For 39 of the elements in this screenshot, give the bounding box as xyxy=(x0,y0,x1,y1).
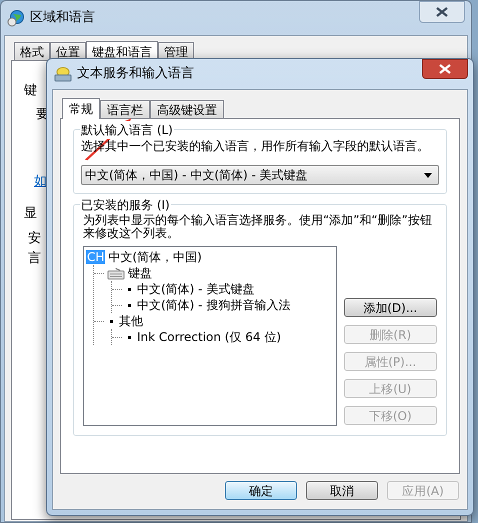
tab[interactable]: 格式 xyxy=(14,42,50,60)
label-text: 言 xyxy=(28,250,41,268)
language-badge: CH xyxy=(86,250,106,264)
bullet-icon xyxy=(128,304,131,306)
label-text: 安 xyxy=(28,230,41,248)
keyboard-icon xyxy=(107,266,125,280)
tree-item[interactable]: 键盘 xyxy=(128,266,152,280)
tree-item[interactable]: Ink Correction (仅 64 位) xyxy=(137,330,282,344)
group-label: 默认输入语言 (L) xyxy=(80,121,174,139)
tree-item[interactable]: 其他 xyxy=(119,314,143,328)
tab[interactable]: 常规 xyxy=(62,98,100,119)
bullet-icon xyxy=(110,320,113,322)
tab[interactable]: 位置 xyxy=(50,42,86,60)
group-label: 键 xyxy=(24,82,37,100)
window-title: 区域和语言 xyxy=(30,9,96,28)
close-icon xyxy=(436,7,448,17)
tab[interactable]: 语言栏 xyxy=(100,100,150,118)
group-label: 显 xyxy=(24,204,37,222)
close-button[interactable] xyxy=(422,59,468,79)
close-icon xyxy=(439,64,451,74)
dialog-button[interactable]: 确定 xyxy=(225,481,297,500)
dialog-button[interactable]: 取消 xyxy=(306,481,378,500)
link-text[interactable]: 如 xyxy=(34,172,47,192)
description-text: 为列表中显示的每个输入语言选择服务。使用“添加”和“删除”按钮来修改这个列表。 xyxy=(83,214,433,240)
keyboard-globe-icon xyxy=(54,66,72,82)
language-dropdown[interactable]: 中文(简体，中国) - 中文(简体) - 美式键盘 xyxy=(81,165,439,185)
close-button[interactable] xyxy=(419,1,465,23)
tree-item[interactable]: 中文(简体) - 搜狗拼音输入法 xyxy=(137,298,290,312)
tree-item[interactable]: 中文(简体) - 美式键盘 xyxy=(137,282,254,296)
tree-item[interactable]: 中文(简体，中国) xyxy=(108,250,202,264)
dialog-title: 文本服务和输入语言 xyxy=(77,65,195,84)
globe-icon xyxy=(7,9,25,27)
group-label: 已安装的服务 (I) xyxy=(80,196,171,214)
bullet-icon xyxy=(128,288,131,290)
services-tree[interactable]: CH 中文(简体，中国) 键盘 中文(简体) - 美式键盘 中文(简体) - 搜狗拼音输入法 其他 Ink Correction (仅 64 位) xyxy=(83,246,337,426)
dialog-button[interactable]: 添加(D)... xyxy=(344,298,437,317)
dropdown-arrow-icon xyxy=(424,172,432,178)
bullet-icon xyxy=(128,336,131,338)
tab[interactable]: 高级键设置 xyxy=(150,100,224,118)
